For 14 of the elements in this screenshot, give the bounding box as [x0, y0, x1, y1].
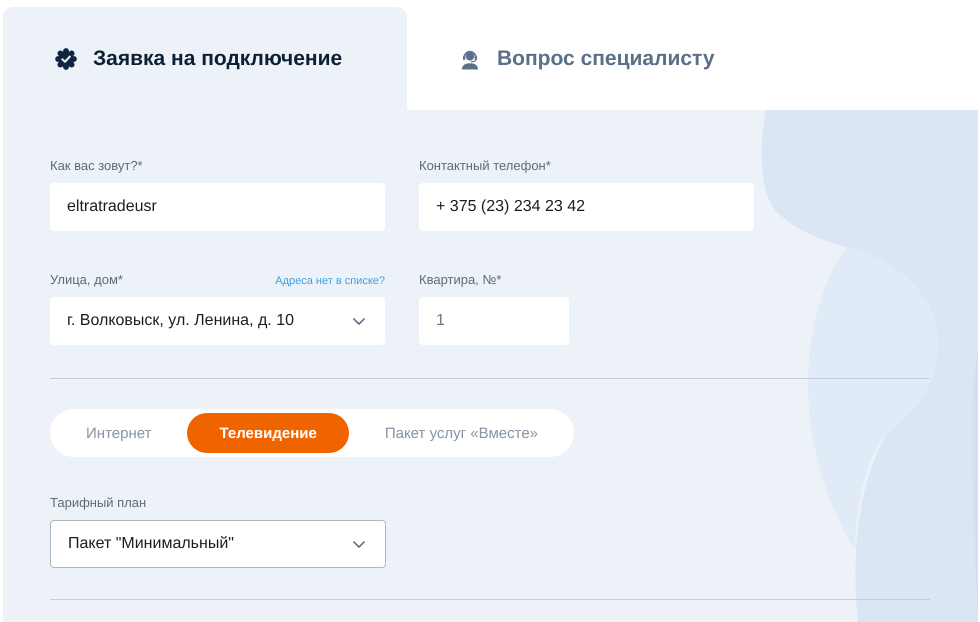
form-tab[interactable]: Заявка на подключение	[3, 7, 407, 110]
chevron-down-icon	[353, 540, 365, 548]
field-label: Квартира, №*	[419, 271, 502, 289]
input-field[interactable]: eltratradeusr	[50, 183, 385, 231]
dropdown-select[interactable]: г. Волковыск, ул. Ленина, д. 10	[50, 297, 385, 345]
input-field[interactable]: + 375 (23) 234 23 42	[419, 183, 754, 231]
tariff-select[interactable]: Пакет "Минимальный"	[50, 520, 386, 568]
field-label: Улица, дом*	[50, 271, 123, 289]
input-field[interactable]: 1	[419, 297, 569, 345]
field-label: Как вас зовут?*	[50, 157, 143, 175]
badge-check-icon	[55, 48, 77, 70]
field-label: Контактный телефон*	[419, 157, 551, 175]
chevron-down-icon	[353, 318, 365, 324]
field-label: Тарифный план	[50, 494, 146, 512]
